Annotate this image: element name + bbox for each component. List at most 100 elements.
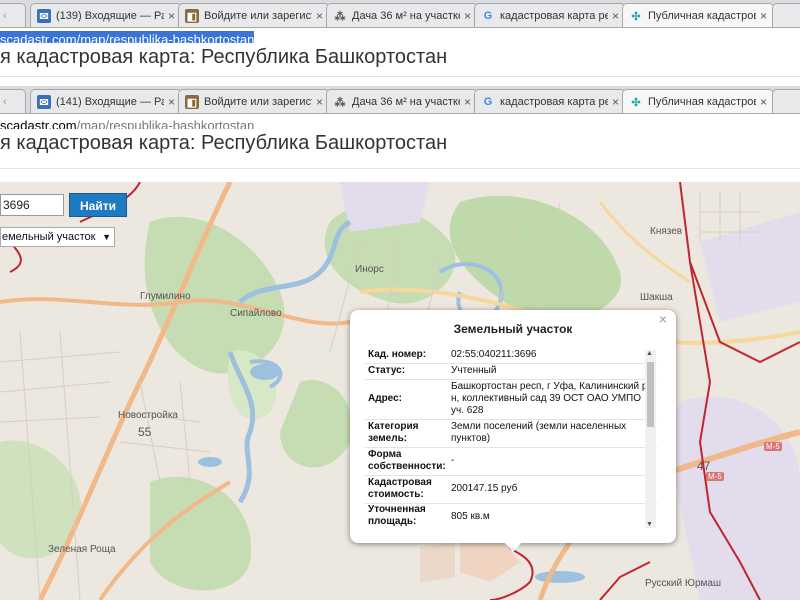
- tab-avito[interactable]: ⁂ Дача 36 м² на участке 3 ×: [326, 89, 478, 113]
- tab-fragment: ‹: [3, 96, 7, 108]
- close-icon[interactable]: ×: [612, 9, 619, 23]
- tab-odnoklassniki[interactable]: ◧ Войдите или зарегистр ×: [178, 89, 330, 113]
- object-type-select[interactable]: емельный участок ▼: [0, 227, 115, 247]
- cadastre-icon: ✣: [631, 96, 641, 109]
- new-tab-button[interactable]: [772, 3, 800, 27]
- close-icon[interactable]: ×: [612, 95, 619, 109]
- cadastre-icon: ✣: [631, 10, 641, 23]
- table-row: Адрес: Башкортостан респ, г Уфа, Калинин…: [365, 380, 657, 420]
- object-type-value: емельный участок: [2, 231, 96, 243]
- row-label: Форма собственности:: [368, 449, 446, 472]
- close-icon[interactable]: ×: [464, 9, 471, 23]
- row-value: Земли поселений (земли населенных пункто…: [451, 421, 627, 444]
- parcel-info-table: Кад. номер: 02:55:040211:3696 Статус: Уч…: [365, 348, 657, 530]
- search-value: 3696: [3, 198, 30, 212]
- scrollbar-thumb[interactable]: [647, 362, 654, 427]
- tab-strip-top: ‹ ✉ (139) Входящие — Рам × ◧ Войдите или…: [0, 0, 800, 28]
- road-number-47: 47: [697, 459, 711, 473]
- tab-label: кадастровая карта респ: [500, 96, 608, 108]
- tab-label: (141) Входящие — Рам: [56, 96, 164, 108]
- odnoklassniki-icon: ◧: [185, 9, 199, 23]
- tab-cadastre[interactable]: ✣ Публичная кадастрова ×: [622, 3, 774, 27]
- tab-mail-inbox[interactable]: ✉ (141) Входящие — Рам ×: [30, 89, 182, 113]
- map-label-sipaylovo: Сипайлово: [230, 308, 282, 319]
- row-value: Башкортостан респ, г Уфа, Калининский р-…: [451, 381, 651, 416]
- tab-cadastre[interactable]: ✣ Публичная кадастрова ×: [622, 89, 774, 113]
- row-value: -: [451, 455, 455, 466]
- cadastral-number-search-input[interactable]: 3696: [0, 194, 64, 216]
- tab-label: Дача 36 м² на участке 3: [352, 10, 460, 22]
- map-label-inors: Инорс: [355, 264, 384, 275]
- row-label: Адрес:: [368, 393, 402, 404]
- page-title-top: я кадастровая карта: Республика Башкорто…: [0, 43, 800, 77]
- row-value: Учтенный: [451, 365, 497, 376]
- map-label-russkiy: Русский Юрмаш: [645, 578, 722, 589]
- find-button[interactable]: Найти: [69, 193, 127, 217]
- map-label-kniazevo: Князев: [650, 226, 683, 237]
- close-icon[interactable]: ×: [168, 95, 175, 109]
- page-header: я кадастровая карта: Республика Башкорто…: [0, 129, 800, 169]
- google-icon: G: [483, 96, 493, 108]
- tab-odnoklassniki[interactable]: ◧ Войдите или зарегистр ×: [178, 3, 330, 27]
- tab-label: Публичная кадастрова: [648, 10, 756, 22]
- tab-label: кадастровая карта респ: [500, 10, 608, 22]
- tab-mail[interactable]: ‹: [0, 89, 26, 113]
- close-icon[interactable]: ×: [760, 95, 767, 109]
- tab-label: Войдите или зарегистр: [204, 96, 312, 108]
- tab-label: (139) Входящие — Рам: [56, 10, 164, 22]
- mail-icon: ✉: [37, 9, 51, 23]
- row-label: Уточненная площадь:: [368, 504, 426, 527]
- popup-scrollbar[interactable]: ▲ ▼: [645, 350, 656, 528]
- close-icon[interactable]: ×: [659, 311, 667, 327]
- tab-google[interactable]: G кадастровая карта респ ×: [474, 3, 626, 27]
- close-icon[interactable]: ×: [760, 9, 767, 23]
- table-row: Кадастровая стоимость: 200147.15 руб: [365, 476, 657, 504]
- avito-icon: ⁂: [334, 10, 346, 23]
- map-label-shaksha: Шакша: [640, 292, 673, 303]
- scroll-up-icon[interactable]: ▲: [646, 350, 653, 357]
- close-icon[interactable]: ×: [316, 9, 323, 23]
- close-icon[interactable]: ×: [168, 9, 175, 23]
- row-value: 02:55:040211:3696: [451, 349, 537, 360]
- table-row: Уточненная площадь: 805 кв.м: [365, 504, 657, 530]
- row-value: 805 кв.м: [451, 510, 490, 522]
- tab-google[interactable]: G кадастровая карта респ ×: [474, 89, 626, 113]
- tab-label: Войдите или зарегистр: [204, 10, 312, 22]
- page-title: я кадастровая карта: Республика Башкорто…: [0, 46, 448, 68]
- road-badge-m5: M-5: [706, 472, 724, 481]
- tab-mail[interactable]: ‹: [0, 3, 26, 27]
- mail-icon: ✉: [37, 95, 51, 109]
- table-row: Статус: Учтенный: [365, 364, 657, 380]
- tab-strip: ‹ ✉ (141) Входящие — Рам × ◧ Войдите или…: [0, 86, 800, 114]
- close-icon[interactable]: ×: [316, 95, 323, 109]
- tab-fragment: ‹: [3, 10, 7, 22]
- parcel-info-popup: Земельный участок × Кад. номер: 02:55:04…: [350, 310, 676, 552]
- road-number-55: 55: [138, 425, 152, 439]
- close-icon[interactable]: ×: [464, 95, 471, 109]
- page-title: я кадастровая карта: Республика Башкорто…: [0, 132, 448, 154]
- map-label-glumilino: Глумилино: [140, 291, 191, 302]
- scroll-down-icon[interactable]: ▼: [646, 521, 653, 528]
- popup-title: Земельный участок: [453, 322, 573, 336]
- tab-avito[interactable]: ⁂ Дача 36 м² на участке 3 ×: [326, 3, 478, 27]
- odnoklassniki-icon: ◧: [185, 95, 199, 109]
- table-row: Форма собственности: -: [365, 448, 657, 476]
- tab-mail-inbox[interactable]: ✉ (139) Входящие — Рам ×: [30, 3, 182, 27]
- tab-label: Дача 36 м² на участке 3: [352, 96, 460, 108]
- chevron-down-icon: ▼: [102, 232, 111, 242]
- row-label: Категория земель:: [368, 421, 419, 444]
- map-label-zelenaya: Зеленая Роща: [48, 544, 116, 555]
- new-tab-button[interactable]: [772, 89, 800, 113]
- map-label-novostroyka: Новостройка: [118, 410, 178, 421]
- popup-pointer: [504, 542, 522, 552]
- avito-icon: ⁂: [334, 96, 346, 109]
- table-row: Категория земель: Земли поселений (земли…: [365, 420, 657, 448]
- google-icon: G: [483, 10, 493, 22]
- tab-label: Публичная кадастрова: [648, 96, 756, 108]
- row-label: Кад. номер:: [368, 349, 427, 360]
- road-badge-m5: M-5: [764, 442, 782, 451]
- row-label: Статус:: [368, 365, 406, 376]
- row-value: 200147.15 руб: [451, 483, 518, 494]
- row-label: Кадастровая стоимость:: [368, 477, 432, 500]
- table-row: Кад. номер: 02:55:040211:3696: [365, 348, 657, 364]
